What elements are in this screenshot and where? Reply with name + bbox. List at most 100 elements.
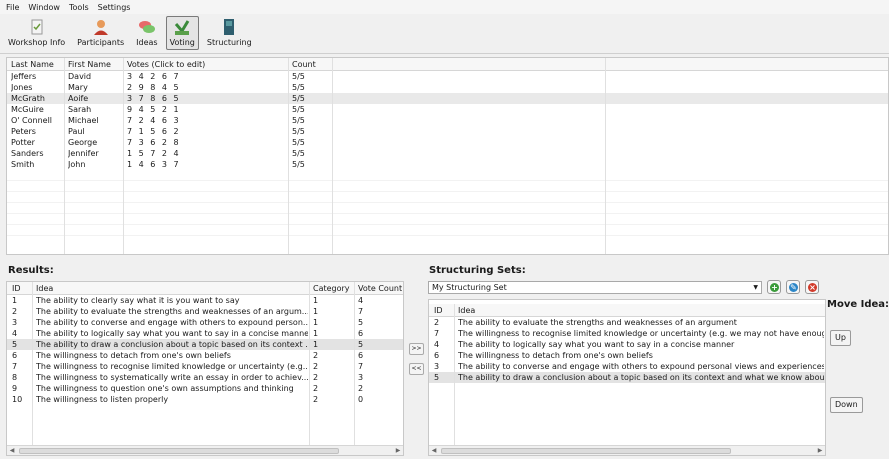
struct-idea-cell: The ability to draw a conclusion about a…: [458, 373, 824, 382]
result-row[interactable]: 9 The willingness to question one's own a…: [7, 383, 403, 394]
result-row[interactable]: 7 The willingness to recognise limited kn…: [7, 361, 403, 372]
result-vote-count-cell: 6: [358, 329, 364, 338]
structuring-row[interactable]: 5 The ability to draw a conclusion about …: [429, 372, 825, 383]
menu-settings[interactable]: Settings: [98, 3, 131, 12]
menu-tools[interactable]: Tools: [69, 3, 89, 12]
workshop-info-label: Workshop Info: [8, 38, 66, 47]
scroll-thumb[interactable]: [19, 448, 339, 454]
result-idea-cell: The willingness to listen properly: [36, 395, 169, 404]
result-row[interactable]: 6 The willingness to detach from one's ow…: [7, 350, 403, 361]
participants-button[interactable]: Participants: [73, 16, 128, 50]
result-row[interactable]: 1 The ability to clearly say what it is y…: [7, 295, 403, 306]
count-cell: 5/5: [292, 127, 305, 136]
structuring-row[interactable]: 4 The ability to logically say what you w…: [429, 339, 825, 350]
table-row[interactable]: Peters Paul 7 1 5 6 2 5/5: [7, 126, 888, 137]
scroll-left-arrow-icon[interactable]: ◀: [7, 446, 17, 455]
menu-window[interactable]: Window: [28, 3, 60, 12]
delete-set-button[interactable]: ×: [805, 280, 819, 294]
result-idea-cell: The willingness to detach from one's own…: [36, 351, 231, 360]
result-idea-cell: The willingness to systematically write …: [36, 373, 308, 382]
result-category-cell: 2: [313, 384, 319, 393]
result-category-cell: 2: [313, 351, 319, 360]
voting-button[interactable]: Voting: [165, 16, 199, 50]
struct-scroll-left-arrow-icon[interactable]: ◀: [429, 446, 439, 455]
structuring-set-select[interactable]: My Structuring Set ▼: [428, 281, 762, 294]
structuring-row[interactable]: 7 The willingness to recognise limited kn…: [429, 328, 825, 339]
scroll-right-arrow-icon[interactable]: ▶: [393, 446, 403, 455]
struct-col-id[interactable]: ID: [434, 304, 443, 316]
results-horizontal-scrollbar[interactable]: ◀ ▶: [7, 445, 403, 455]
table-row[interactable]: Jones Mary 2 9 8 4 5 5/5: [7, 82, 888, 93]
table-row[interactable]: McGuire Sarah 9 4 5 2 1 5/5: [7, 104, 888, 115]
result-id-cell: 5: [12, 340, 18, 349]
votes-cell[interactable]: 7 1 5 6 2: [127, 126, 181, 137]
result-id-cell: 4: [12, 329, 18, 338]
votes-cell[interactable]: 2 9 8 4 5: [127, 82, 181, 93]
result-vote-count-cell: 4: [358, 296, 364, 305]
votes-cell[interactable]: 3 7 8 6 5: [127, 93, 181, 104]
struct-col-idea[interactable]: Idea: [458, 304, 475, 316]
first-name-cell: John: [68, 160, 86, 169]
col-category[interactable]: Category: [313, 282, 350, 294]
result-row[interactable]: 8 The willingness to systematically write…: [7, 372, 403, 383]
struct-scroll-thumb[interactable]: [441, 448, 731, 454]
remove-from-set-button[interactable]: <<: [409, 363, 424, 375]
col-votes[interactable]: Votes (Click to edit): [127, 58, 205, 70]
table-row[interactable]: Potter George 7 3 6 2 8 5/5: [7, 137, 888, 148]
col-count[interactable]: Count: [292, 58, 316, 70]
struct-scroll-right-arrow-icon[interactable]: ▶: [815, 446, 825, 455]
empty-row: [7, 181, 888, 192]
col-id[interactable]: ID: [12, 282, 21, 294]
votes-cell[interactable]: 7 2 4 6 3: [127, 115, 181, 126]
structuring-horizontal-scrollbar[interactable]: ◀ ▶: [429, 445, 825, 455]
menu-file[interactable]: File: [6, 3, 19, 12]
add-set-button[interactable]: +: [767, 280, 781, 294]
last-name-cell: McGrath: [11, 94, 45, 103]
first-name-cell: Jennifer: [68, 149, 99, 158]
col-idea[interactable]: Idea: [36, 282, 53, 294]
structuring-row[interactable]: 6 The willingness to detach from one's ow…: [429, 350, 825, 361]
count-cell: 5/5: [292, 160, 305, 169]
votes-cell[interactable]: 9 4 5 2 1: [127, 104, 181, 115]
result-idea-cell: The ability to evaluate the strengths an…: [36, 307, 308, 316]
votes-cell[interactable]: 3 4 2 6 7: [127, 71, 181, 82]
result-row[interactable]: 10 The willingness to listen properly 2 0: [7, 394, 403, 405]
result-vote-count-cell: 7: [358, 307, 364, 316]
structuring-button[interactable]: Structuring: [203, 16, 256, 50]
last-name-cell: Peters: [11, 127, 36, 136]
votes-cell[interactable]: 1 5 7 2 4: [127, 148, 181, 159]
participants-table-header: Last Name First Name Votes (Click to edi…: [7, 58, 888, 71]
table-row[interactable]: O' Connell Michael 7 2 4 6 3 5/5: [7, 115, 888, 126]
struct-id-cell: 5: [434, 373, 440, 382]
votes-cell[interactable]: 7 3 6 2 8: [127, 137, 181, 148]
count-cell: 5/5: [292, 138, 305, 147]
result-row[interactable]: 2 The ability to evaluate the strengths a…: [7, 306, 403, 317]
result-row[interactable]: 4 The ability to logically say what you w…: [7, 328, 403, 339]
empty-row: [7, 192, 888, 203]
result-row[interactable]: 3 The ability to converse and engage with…: [7, 317, 403, 328]
table-row[interactable]: Smith John 1 4 6 3 7 5/5: [7, 159, 888, 170]
votes-cell[interactable]: 1 4 6 3 7: [127, 159, 181, 170]
voting-label: Voting: [169, 38, 195, 47]
workshop-info-button[interactable]: Workshop Info: [4, 16, 69, 50]
struct-id-cell: 4: [434, 340, 440, 349]
table-row[interactable]: McGrath Aoife 3 7 8 6 5 5/5: [7, 93, 888, 104]
table-row[interactable]: Sanders Jennifer 1 5 7 2 4 5/5: [7, 148, 888, 159]
move-up-button[interactable]: Up: [830, 330, 851, 346]
ideas-button[interactable]: Ideas: [132, 16, 161, 50]
col-last-name[interactable]: Last Name: [11, 58, 54, 70]
structuring-row[interactable]: 3 The ability to converse and engage with…: [429, 361, 825, 372]
col-first-name[interactable]: First Name: [68, 58, 111, 70]
table-row[interactable]: Jeffers David 3 4 2 6 7 5/5: [7, 71, 888, 82]
structuring-row[interactable]: 2 The ability to evaluate the strengths a…: [429, 317, 825, 328]
count-cell: 5/5: [292, 83, 305, 92]
move-down-button[interactable]: Down: [830, 397, 863, 413]
result-row[interactable]: 5 The ability to draw a conclusion about …: [7, 339, 403, 350]
result-idea-cell: The ability to converse and engage with …: [36, 318, 308, 327]
structuring-label: Structuring: [206, 38, 252, 47]
result-id-cell: 9: [12, 384, 18, 393]
col-vote-count[interactable]: Vote Count: [358, 282, 402, 294]
move-to-set-button[interactable]: >>: [409, 343, 424, 355]
edit-set-button[interactable]: ✎: [786, 280, 800, 294]
menu-bar: File Window Tools Settings: [0, 0, 889, 14]
